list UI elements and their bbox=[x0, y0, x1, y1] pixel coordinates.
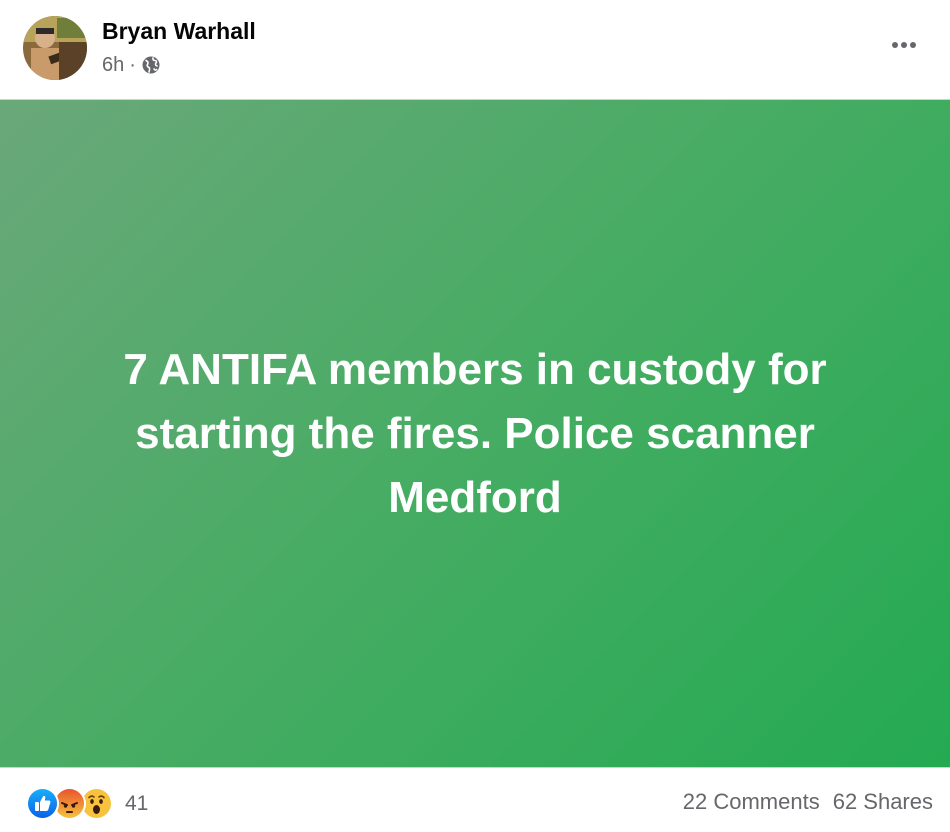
post-header: Bryan Warhall 6h · bbox=[0, 0, 950, 100]
meta-separator: · bbox=[129, 53, 136, 76]
author-avatar[interactable] bbox=[23, 16, 87, 80]
facebook-post: Bryan Warhall 6h · 7 ANTIFA members in c… bbox=[0, 0, 950, 832]
post-footer: 41 22 Comments 62 Shares bbox=[0, 768, 950, 832]
status-text: 7 ANTIFA members in custody for starting… bbox=[123, 344, 827, 522]
comments-link[interactable]: 22 Comments bbox=[683, 789, 820, 815]
reaction-count: 41 bbox=[125, 791, 149, 815]
shares-link[interactable]: 62 Shares bbox=[833, 789, 933, 815]
like-icon bbox=[26, 787, 59, 820]
engagement-counts: 22 Comments 62 Shares bbox=[683, 789, 933, 815]
status-background[interactable]: 7 ANTIFA members in custody for starting… bbox=[0, 100, 950, 767]
post-timestamp[interactable]: 6h bbox=[102, 54, 124, 77]
globe-icon[interactable] bbox=[142, 56, 160, 74]
more-options-button[interactable] bbox=[884, 30, 924, 60]
more-dot bbox=[901, 42, 907, 48]
more-dot bbox=[910, 42, 916, 48]
author-name[interactable]: Bryan Warhall bbox=[102, 18, 256, 45]
reactions-summary[interactable]: 41 bbox=[26, 787, 148, 820]
more-horizontal-icon bbox=[892, 42, 898, 48]
post-meta: 6h · bbox=[102, 52, 160, 78]
